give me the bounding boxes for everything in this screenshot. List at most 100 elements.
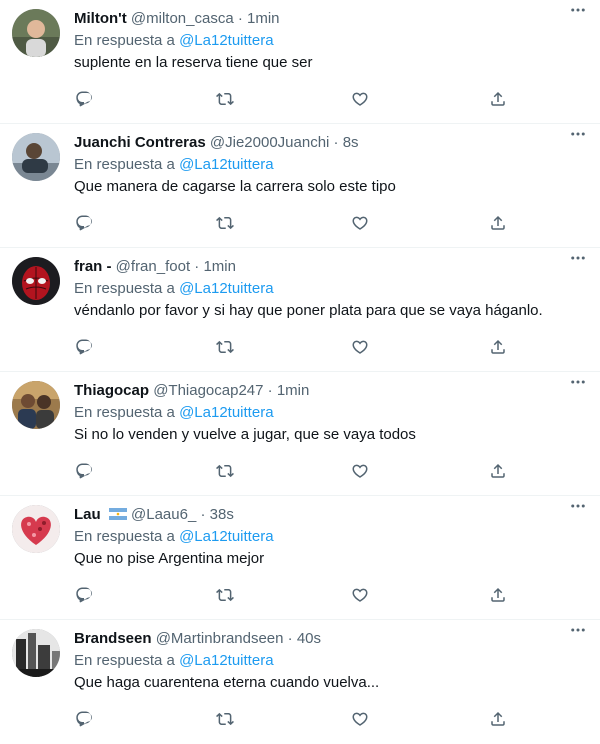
avatar[interactable] [12,381,60,429]
avatar[interactable] [12,257,60,305]
reply-prefix: En respuesta a [74,280,175,297]
reply-mention-link[interactable]: @La12tuittera [179,280,273,297]
timestamp[interactable]: 38s [210,506,234,523]
retweet-icon [216,216,234,230]
tweet[interactable]: fran - @fran_foot · 1min En respuesta a … [0,248,600,372]
timestamp[interactable]: 1min [203,258,236,275]
retweet-icon [216,464,234,478]
avatar[interactable] [12,629,60,677]
more-options-button[interactable] [566,494,590,518]
like-button[interactable] [350,585,370,605]
heart-icon [352,340,368,354]
reply-prefix: En respuesta a [74,32,175,49]
reply-context: En respuesta a @La12tuittera [74,403,586,423]
action-bar [74,337,505,357]
tweet-text: véndanlo por favor y si hay que poner pl… [74,302,543,319]
reply-button[interactable] [74,213,94,233]
tweet[interactable]: Brandseen @Martinbrandseen · 40s En resp… [0,620,600,744]
timestamp[interactable]: 1min [277,382,310,399]
reply-button[interactable] [74,585,94,605]
reply-mention-link[interactable]: @La12tuittera [179,32,273,49]
like-button[interactable] [350,213,370,233]
separator-dot: · [267,382,273,399]
heart-icon [352,92,368,106]
avatar[interactable] [12,505,60,553]
retweet-button[interactable] [215,213,235,233]
more-dots-icon [571,256,585,260]
reply-icon [76,711,92,727]
separator-dot: · [237,10,243,27]
reply-prefix: En respuesta a [74,528,175,545]
action-bar [74,709,505,729]
user-handle[interactable]: @Laau6_ [131,506,196,523]
reply-button[interactable] [74,89,94,109]
more-options-button[interactable] [566,618,590,642]
share-button[interactable] [488,213,508,233]
reply-button[interactable] [74,337,94,357]
user-handle[interactable]: @Martinbrandseen [156,630,284,647]
retweet-button[interactable] [215,337,235,357]
reply-mention-link[interactable]: @La12tuittera [179,404,273,421]
user-handle[interactable]: @Jie2000Juanchi [210,134,329,151]
share-button[interactable] [488,585,508,605]
share-button[interactable] [488,461,508,481]
user-handle[interactable]: @milton_casca [131,10,234,27]
more-options-button[interactable] [566,122,590,146]
timestamp[interactable]: 8s [343,134,359,151]
reply-mention-link[interactable]: @La12tuittera [179,652,273,669]
more-options-button[interactable] [566,370,590,394]
tweet[interactable]: Lau @Laau6_ · 38s En respuesta a @La12tu… [0,496,600,620]
user-handle[interactable]: @fran_foot [116,258,190,275]
separator-dot: · [333,134,339,151]
action-bar [74,585,505,605]
timestamp[interactable]: 1min [247,10,280,27]
avatar[interactable] [12,133,60,181]
more-options-button[interactable] [566,0,590,22]
reply-icon [76,339,92,355]
timestamp[interactable]: 40s [297,630,321,647]
more-options-button[interactable] [566,246,590,270]
share-button[interactable] [488,709,508,729]
tweet-text: suplente en la reserva tiene que ser [74,54,313,71]
more-dots-icon [571,132,585,136]
reply-button[interactable] [74,709,94,729]
reply-prefix: En respuesta a [74,652,175,669]
tweet-text: Que manera de cagarse la carrera solo es… [74,178,396,195]
share-button[interactable] [488,89,508,109]
reply-mention-link[interactable]: @La12tuittera [179,528,273,545]
separator-dot: · [194,258,200,275]
retweet-button[interactable] [215,461,235,481]
retweet-button[interactable] [215,585,235,605]
display-name[interactable]: fran - [74,258,112,275]
retweet-button[interactable] [215,709,235,729]
reply-prefix: En respuesta a [74,404,175,421]
tweet-text: Que haga cuarentena eterna cuando vuelva… [74,674,380,691]
share-icon [491,587,505,602]
like-button[interactable] [350,337,370,357]
like-button[interactable] [350,709,370,729]
user-handle[interactable]: @Thiagocap247 [153,382,263,399]
avatar[interactable] [12,9,60,57]
like-button[interactable] [350,89,370,109]
heart-icon [352,464,368,478]
share-button[interactable] [488,337,508,357]
reply-mention-link[interactable]: @La12tuittera [179,156,273,173]
display-name[interactable]: Lau [74,506,101,523]
separator-dot: · [287,630,293,647]
display-name[interactable]: Brandseen [74,630,152,647]
tweet[interactable]: Thiagocap @Thiagocap247 · 1min En respue… [0,372,600,496]
retweet-button[interactable] [215,89,235,109]
like-button[interactable] [350,461,370,481]
tweet[interactable]: Milton't @milton_casca · 1min En respues… [0,0,600,124]
display-name[interactable]: Milton't [74,10,127,27]
action-bar [74,89,505,109]
reply-icon [76,215,92,231]
reply-button[interactable] [74,461,94,481]
tweet-text: Si no lo venden y vuelve a jugar, que se… [74,426,416,443]
display-name[interactable]: Thiagocap [74,382,149,399]
display-name[interactable]: Juanchi Contreras [74,134,206,151]
action-bar [74,213,505,233]
tweet[interactable]: Juanchi Contreras @Jie2000Juanchi · 8s E… [0,124,600,248]
share-icon [491,215,505,230]
retweet-icon [216,340,234,354]
